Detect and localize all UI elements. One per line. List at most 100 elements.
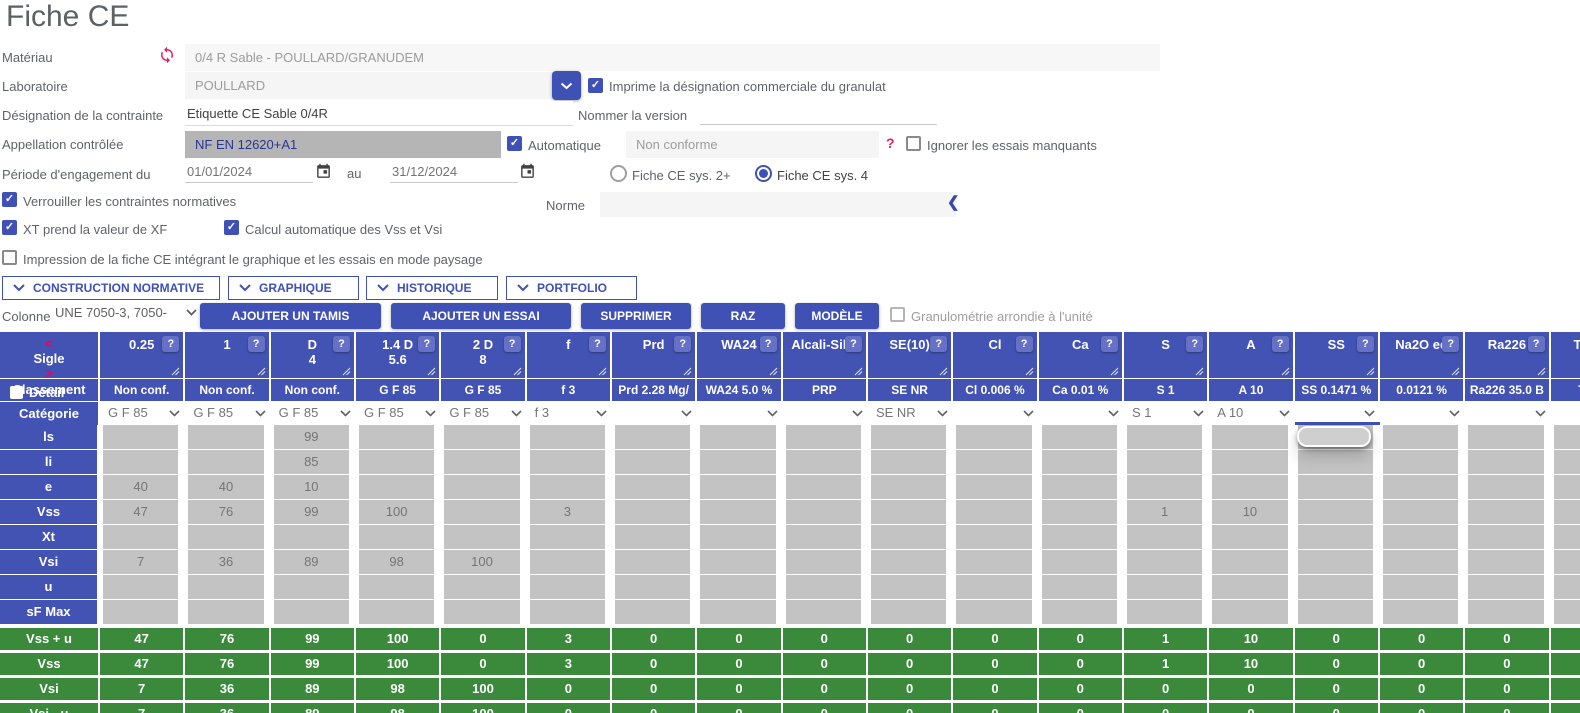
data-cell[interactable]: 40 xyxy=(185,475,270,500)
categorie-select[interactable] xyxy=(612,402,697,425)
data-cell[interactable] xyxy=(1209,525,1294,550)
data-cell[interactable] xyxy=(1551,450,1580,475)
resize-handle-icon[interactable] xyxy=(1366,367,1375,376)
data-cell[interactable] xyxy=(1465,525,1550,550)
data-cell[interactable] xyxy=(1039,425,1124,450)
categorie-select[interactable]: S 1 xyxy=(1124,402,1209,425)
verrouiller-checkbox[interactable] xyxy=(2,192,17,207)
data-cell[interactable] xyxy=(868,425,953,450)
data-cell[interactable] xyxy=(1551,600,1580,625)
data-cell[interactable] xyxy=(1551,475,1580,500)
data-cell[interactable] xyxy=(1380,500,1465,525)
data-cell[interactable] xyxy=(1295,525,1380,550)
data-cell[interactable] xyxy=(783,575,868,600)
modele-button[interactable]: MODÈLE xyxy=(795,303,879,329)
data-cell[interactable] xyxy=(1295,600,1380,625)
calcul-checkbox[interactable] xyxy=(224,220,239,235)
data-cell[interactable] xyxy=(527,450,612,475)
impression-checkbox[interactable] xyxy=(2,250,17,265)
categorie-select[interactable] xyxy=(1380,402,1465,425)
data-cell[interactable] xyxy=(441,500,526,525)
calendar-icon[interactable] xyxy=(519,163,536,180)
data-cell[interactable] xyxy=(1124,425,1209,450)
data-cell[interactable] xyxy=(1039,600,1124,625)
scrollbar-thumb[interactable] xyxy=(1297,426,1371,447)
sys2-radio[interactable] xyxy=(610,165,627,182)
ajouter-tamis-button[interactable]: AJOUTER UN TAMIS xyxy=(200,303,381,329)
column-header-Na2O eq[interactable]: Na2O eq? xyxy=(1380,332,1465,378)
column-help-button[interactable]: ? xyxy=(1101,336,1118,352)
data-cell[interactable] xyxy=(953,525,1038,550)
data-cell[interactable] xyxy=(527,525,612,550)
column-help-button[interactable]: ? xyxy=(162,336,179,352)
resize-handle-icon[interactable] xyxy=(1195,367,1204,376)
data-cell[interactable] xyxy=(953,425,1038,450)
data-cell[interactable] xyxy=(783,500,868,525)
data-cell[interactable] xyxy=(1039,500,1124,525)
column-help-button[interactable]: ? xyxy=(1272,336,1289,352)
column-help-button[interactable]: ? xyxy=(1186,336,1203,352)
resize-handle-icon[interactable] xyxy=(1537,367,1546,376)
resize-handle-icon[interactable] xyxy=(598,367,607,376)
column-header-f[interactable]: f? xyxy=(527,332,612,378)
column-help-button[interactable]: ? xyxy=(1016,336,1033,352)
data-cell[interactable] xyxy=(868,550,953,575)
data-cell[interactable] xyxy=(356,450,441,475)
data-cell[interactable]: 100 xyxy=(441,550,526,575)
data-cell[interactable] xyxy=(953,500,1038,525)
data-cell[interactable] xyxy=(868,575,953,600)
categorie-select[interactable]: G F 85 xyxy=(271,402,356,425)
prev-column-icon[interactable]: < xyxy=(0,336,98,351)
data-cell[interactable] xyxy=(953,600,1038,625)
data-cell[interactable]: 76 xyxy=(185,500,270,525)
data-cell[interactable]: 10 xyxy=(1209,500,1294,525)
data-cell[interactable] xyxy=(1209,475,1294,500)
data-cell[interactable] xyxy=(527,575,612,600)
data-cell[interactable] xyxy=(1039,525,1124,550)
data-cell[interactable]: 85 xyxy=(271,450,356,475)
column-header-0.25[interactable]: 0.25? xyxy=(100,332,185,378)
laboratoire-dropdown-button[interactable] xyxy=(552,71,581,100)
column-help-button[interactable]: ? xyxy=(845,336,862,352)
data-cell[interactable] xyxy=(697,550,782,575)
resize-handle-icon[interactable] xyxy=(854,367,863,376)
categorie-select[interactable] xyxy=(697,402,782,425)
column-help-button[interactable]: ? xyxy=(333,336,350,352)
data-cell[interactable] xyxy=(612,425,697,450)
ignorer-checkbox[interactable] xyxy=(906,136,921,151)
construction-normative-button[interactable]: CONSTRUCTION NORMATIVE xyxy=(2,276,220,300)
data-cell[interactable] xyxy=(1209,450,1294,475)
data-cell[interactable] xyxy=(1465,475,1550,500)
column-help-button[interactable]: ? xyxy=(674,336,691,352)
data-cell[interactable] xyxy=(697,575,782,600)
resize-handle-icon[interactable] xyxy=(683,367,692,376)
resize-handle-icon[interactable] xyxy=(1451,367,1460,376)
column-help-button[interactable]: ? xyxy=(1442,336,1459,352)
resize-handle-icon[interactable] xyxy=(171,367,180,376)
data-cell[interactable] xyxy=(697,425,782,450)
data-cell[interactable] xyxy=(783,550,868,575)
data-cell[interactable] xyxy=(441,475,526,500)
data-cell[interactable]: 99 xyxy=(271,500,356,525)
sys4-radio[interactable] xyxy=(755,165,772,182)
data-cell[interactable] xyxy=(697,475,782,500)
data-cell[interactable] xyxy=(953,575,1038,600)
data-cell[interactable] xyxy=(1209,575,1294,600)
data-cell[interactable] xyxy=(271,575,356,600)
data-cell[interactable] xyxy=(1124,450,1209,475)
column-header-1[interactable]: 1? xyxy=(185,332,270,378)
data-cell[interactable] xyxy=(441,600,526,625)
column-header-D[interactable]: D4? xyxy=(271,332,356,378)
xt-checkbox[interactable] xyxy=(2,220,17,235)
data-cell[interactable] xyxy=(612,525,697,550)
data-cell[interactable] xyxy=(612,475,697,500)
data-cell[interactable] xyxy=(185,525,270,550)
data-cell[interactable] xyxy=(527,475,612,500)
data-cell[interactable] xyxy=(1295,500,1380,525)
data-cell[interactable]: 47 xyxy=(100,500,185,525)
data-cell[interactable] xyxy=(527,600,612,625)
data-cell[interactable] xyxy=(1124,550,1209,575)
resize-handle-icon[interactable] xyxy=(939,367,948,376)
column-header-SE(10)[interactable]: SE(10)? xyxy=(868,332,953,378)
colonne-select[interactable]: UNE 7050-3, 7050- xyxy=(55,305,197,320)
